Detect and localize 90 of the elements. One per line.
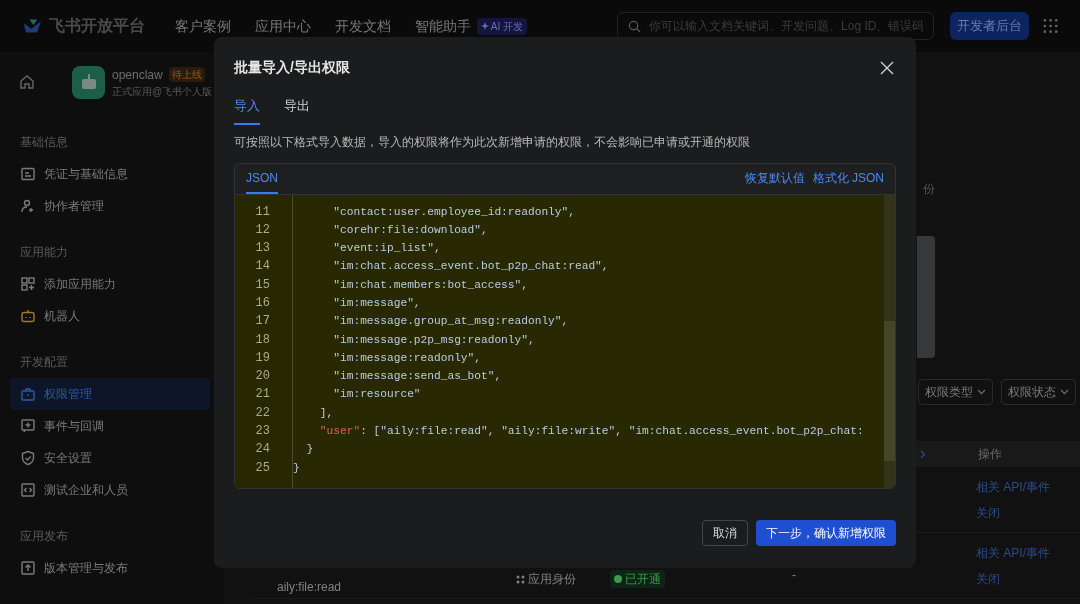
card-icon [20,166,36,182]
code-line: } [293,460,301,476]
side-text: 份 [923,181,935,198]
column-header: 操作 [978,446,1002,463]
table-cell-text: - [792,567,796,584]
line-number: 21 [254,386,271,404]
sparkle-icon [480,22,489,30]
nav-link[interactable]: 开发文档 [334,15,391,37]
line-number: 11 [254,203,271,221]
sidebar-item[interactable]: 凭证与基础信息 [10,158,210,190]
line-number: 13 [254,240,271,258]
line-number: 19 [254,349,271,367]
code-icon [20,482,36,498]
sidebar-item[interactable]: 协作者管理 [10,190,210,222]
tab[interactable]: 导入 [234,96,260,125]
briefcase-icon [20,386,36,402]
add-user-icon [20,198,36,214]
nav-link[interactable]: 智能助手 [414,15,471,37]
code-line: } [305,442,315,458]
line-number: 22 [254,404,271,422]
nav-link[interactable]: 客户案例 [174,15,231,37]
description-text: 可按照以下格式导入数据，导入的权限将作为此次新增申请的权限，不会影响已申请或开通的权限 [234,133,751,151]
app-name: openclaw [112,66,163,84]
editor-link[interactable]: 恢复默认值 [744,168,805,187]
logo-icon [22,17,43,35]
line-number: 18 [254,331,271,349]
code-line: "im:chat.access_event.bot_p2p_chat:read", [332,259,610,275]
nav-link[interactable]: 应用中心 [254,15,311,37]
cancel-button[interactable]: 取消 [702,519,748,546]
group-title: 应用发布 [19,528,69,545]
upload-icon [20,560,36,576]
event-icon [20,418,36,434]
editor-tab[interactable]: JSON [246,168,278,194]
code-line: "corehr:file:download", [332,222,489,238]
line-number: 20 [254,368,271,386]
confirm-button[interactable]: 下一步，确认新增权限 [756,519,896,546]
logo-text: 飞书开放平台 [48,16,145,36]
editor-link[interactable]: 格式化 JSON [812,168,884,187]
dialog-title: 批量导入/导出权限 [234,58,350,77]
group-title: 开发配置 [19,354,69,371]
caret-icon [1060,389,1069,395]
sidebar-item[interactable]: 测试企业和人员 [10,474,210,506]
chevron-icon [920,449,926,459]
code-line: "im:resource" [332,387,422,403]
line-number: 24 [254,441,271,459]
code-line: "im:message.p2p_msg:readonly", [332,332,536,348]
code-line: "contact:user.employee_id:readonly", [332,204,576,220]
code-line: "im:message:readonly", [332,350,482,366]
group-title: 基础信息 [19,134,69,151]
console-button[interactable]: 开发者后台 [949,12,1029,40]
line-number: 14 [254,258,271,276]
code-line: "event:ip_list", [332,241,442,257]
filter-dropdown[interactable]: 权限类型 [918,379,993,405]
sidebar-item[interactable]: 安全设置 [10,442,210,474]
apps-grid-icon[interactable] [1042,18,1058,34]
identity-icon [516,574,525,584]
tab[interactable]: 导出 [284,96,310,125]
code-line: "im:message.group_at_msg:readonly", [332,314,570,330]
line-number: 25 [254,459,271,477]
ai-badge: AI 开发 [476,17,528,35]
line-number: 16 [254,295,271,312]
apps-icon [20,276,36,292]
status-badge: 待上线 [168,67,205,82]
search-icon [628,19,642,33]
robot-icon [20,308,36,324]
filter-dropdown[interactable]: 权限状态 [1001,379,1076,405]
code-line: "im:chat.members:bot_access", [332,277,529,293]
sidebar-item[interactable]: 添加应用能力 [10,268,210,300]
sidebar-item[interactable]: 机器人 [10,300,210,332]
sidebar-item[interactable]: 版本管理与发布 [10,552,210,584]
line-number: 12 [254,221,271,239]
app-subtitle: 正式应用@飞书个人版 [112,84,213,99]
line-number: 23 [254,423,271,441]
sidebar-item[interactable]: 权限管理 [10,378,210,410]
group-title: 应用能力 [19,244,69,261]
table-cell: 应用身份 [516,570,610,588]
home-icon[interactable] [19,74,35,90]
scrollbar-thumb[interactable] [884,320,895,461]
close-icon[interactable] [880,60,894,75]
line-number: 15 [254,276,271,294]
code-line: "im:message", [332,296,422,311]
code-line: "im:message:send_as_bot", [332,369,503,385]
table-cell-text: aily:file:read [277,579,343,596]
caret-icon [977,389,986,395]
code-line: ], [318,405,335,421]
shield-icon [20,450,36,466]
status-tag: 已开通 [610,570,665,588]
sidebar-item[interactable]: 事件与回调 [10,410,210,442]
line-number: 17 [254,313,271,331]
code-line: "user": ["aily:file:read", "aily:file:write", "im:chat.access_event.bot_p2p_chat: [318,424,865,440]
